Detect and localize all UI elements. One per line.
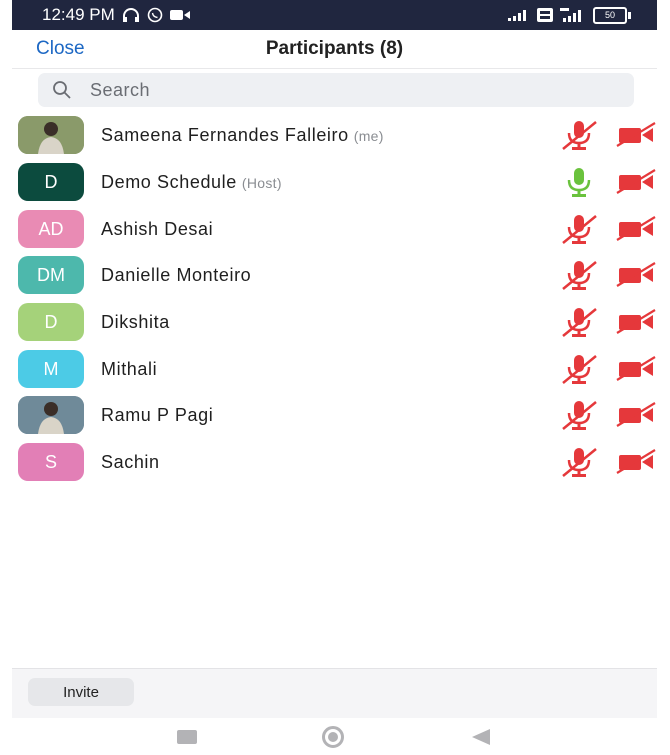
avatar: AD (18, 210, 84, 248)
participant-name-wrap: Ashish Desai (101, 219, 218, 240)
back-icon[interactable] (472, 729, 490, 745)
avatar-initials: M (43, 358, 59, 379)
status-bar-left: 12:49 PM (42, 5, 190, 25)
avatar: S (18, 443, 84, 481)
mic-on-icon[interactable] (559, 165, 599, 199)
status-bar: 12:49 PM 50 (12, 0, 657, 30)
participant-row[interactable]: DM Danielle Monteiro (12, 252, 657, 298)
mic-muted-icon[interactable] (559, 352, 599, 386)
participant-name-wrap: Sachin (101, 452, 165, 473)
camera-off-icon[interactable] (615, 262, 657, 288)
participant-name: Dikshita (101, 311, 170, 332)
participant-name: Ramu P Pagi (101, 404, 214, 425)
participant-name-wrap: Mithali (101, 359, 162, 380)
page-title: Participants (8) (265, 38, 404, 59)
video-icon (169, 10, 190, 20)
participant-row[interactable]: S Sachin (12, 439, 657, 485)
participant-name: Sachin (101, 451, 160, 472)
participant-tag: (me) (353, 127, 384, 144)
invite-button[interactable]: Invite (28, 678, 134, 706)
avatar-photo (18, 396, 84, 434)
mic-muted-icon[interactable] (559, 445, 599, 479)
participant-name: Ashish Desai (101, 218, 214, 239)
mic-muted-icon[interactable] (559, 258, 599, 292)
participants-header: Close Participants (8) (12, 30, 657, 69)
participant-name: Demo Schedule (101, 171, 237, 192)
participant-row[interactable]: Ramu P Pagi (12, 392, 657, 438)
avatar-initials: D (44, 311, 58, 332)
battery-icon: 50 (593, 6, 631, 24)
participant-tag: (Host) (241, 174, 282, 191)
4g-signal-icon (560, 8, 581, 22)
footer-bar: Invite (12, 668, 657, 719)
mic-muted-icon[interactable] (559, 212, 599, 246)
participant-row[interactable]: Sameena Fernandes Falleiro (me) (12, 112, 657, 158)
search-input[interactable] (88, 78, 592, 102)
mic-muted-icon[interactable] (559, 118, 599, 152)
camera-off-icon[interactable] (615, 402, 657, 428)
mic-muted-icon[interactable] (559, 398, 599, 432)
avatar: M (18, 350, 84, 388)
avatar-initials: S (44, 451, 57, 472)
camera-off-icon[interactable] (615, 169, 657, 195)
avatar-photo (18, 116, 84, 154)
camera-off-icon[interactable] (615, 122, 657, 148)
participant-name: Sameena Fernandes Falleiro (101, 124, 349, 145)
home-icon[interactable] (322, 726, 344, 748)
status-bar-right: 50 (508, 6, 631, 24)
participant-name-wrap: Ramu P Pagi (101, 405, 218, 426)
participant-row[interactable]: D Demo Schedule (Host) (12, 159, 657, 205)
avatar-initials: DM (37, 264, 65, 285)
system-nav-bar (0, 718, 670, 755)
camera-off-icon[interactable] (615, 309, 657, 335)
participant-row[interactable]: AD Ashish Desai (12, 206, 657, 252)
close-button[interactable]: Close (36, 38, 85, 60)
signal-icon (508, 10, 526, 21)
participant-name-wrap: Demo Schedule (Host) (101, 172, 282, 193)
participant-name-wrap: Dikshita (101, 312, 175, 333)
avatar: D (18, 303, 84, 341)
participant-row[interactable]: D Dikshita (12, 299, 657, 345)
whatsapp-icon (147, 7, 163, 23)
participant-name-wrap: Danielle Monteiro (101, 265, 256, 286)
battery-level: 50 (604, 9, 615, 20)
participant-name: Mithali (101, 358, 158, 379)
avatar: DM (18, 256, 84, 294)
participant-name-wrap: Sameena Fernandes Falleiro (me) (101, 125, 384, 146)
recent-apps-icon[interactable] (177, 730, 197, 744)
camera-off-icon[interactable] (615, 449, 657, 475)
search-bar[interactable] (38, 73, 634, 107)
avatar: D (18, 163, 84, 201)
clock: 12:49 PM (42, 5, 115, 24)
search-icon (53, 81, 71, 99)
camera-off-icon[interactable] (615, 216, 657, 242)
volte-icon (537, 8, 553, 22)
avatar-initials: AD (38, 218, 64, 239)
headphones-icon (122, 8, 139, 22)
mic-muted-icon[interactable] (559, 305, 599, 339)
participant-row[interactable]: M Mithali (12, 346, 657, 392)
avatar-initials: D (44, 171, 58, 192)
participant-name: Danielle Monteiro (101, 264, 252, 285)
camera-off-icon[interactable] (615, 356, 657, 382)
